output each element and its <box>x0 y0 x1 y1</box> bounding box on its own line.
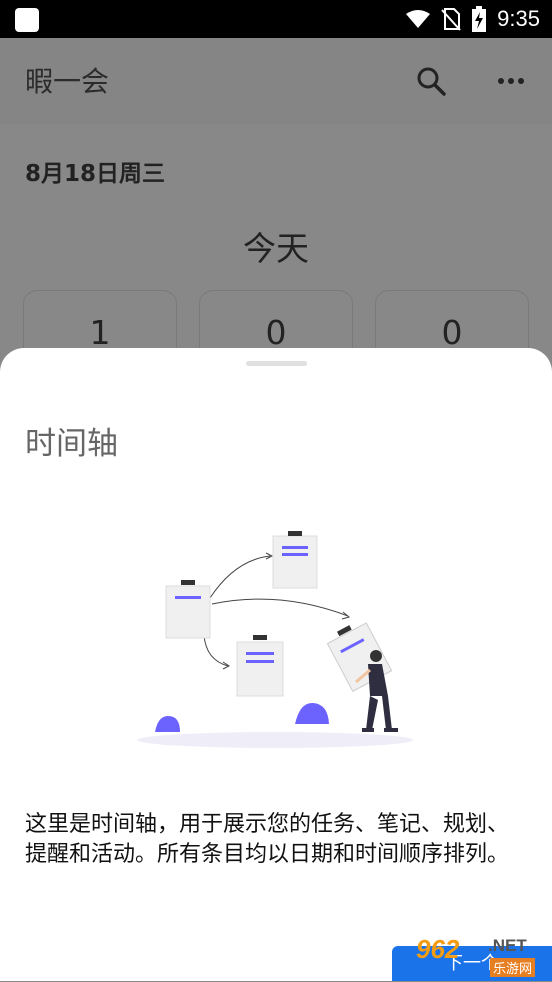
sheet-title: 时间轴 <box>25 426 118 462</box>
date-label: 8月18日周三 <box>25 161 166 187</box>
status-icons: 9:35 <box>405 0 540 38</box>
drag-handle[interactable] <box>246 361 307 366</box>
watermark-net: .NET <box>488 936 527 955</box>
bottom-sheet: 时间轴 这里是时间轴，用于展示您的任务、笔记、规划、提醒和活动。所有条目均以日期… <box>0 348 552 981</box>
timeline-illustration <box>137 531 413 748</box>
clock: 9:35 <box>497 6 540 31</box>
sheet-description: 这里是时间轴，用于展示您的任务、笔记、规划、提醒和活动。所有条目均以日期和时间顺… <box>25 812 510 867</box>
home-content: 8月18日周三 今天 1 0 0 <box>0 124 552 412</box>
search-icon[interactable] <box>414 64 448 98</box>
stat-value: 0 <box>441 313 463 352</box>
site-watermark: 962 .NET 乐游网 <box>416 934 546 978</box>
no-sim-icon <box>441 8 461 31</box>
status-bar: 9:35 <box>0 0 552 38</box>
app-notification-icon <box>15 8 39 32</box>
today-label: 今天 <box>243 229 309 268</box>
wifi-icon <box>406 10 431 28</box>
more-vertical-icon[interactable] <box>494 64 528 98</box>
stat-value: 1 <box>89 313 111 352</box>
battery-charging-icon <box>472 6 487 32</box>
watermark-main: 962 <box>416 934 460 964</box>
stat-value: 0 <box>265 313 287 352</box>
app-title: 暇一会 <box>25 65 110 98</box>
watermark-sub: 乐游网 <box>490 958 536 977</box>
app-bar: 暇一会 <box>0 38 552 124</box>
